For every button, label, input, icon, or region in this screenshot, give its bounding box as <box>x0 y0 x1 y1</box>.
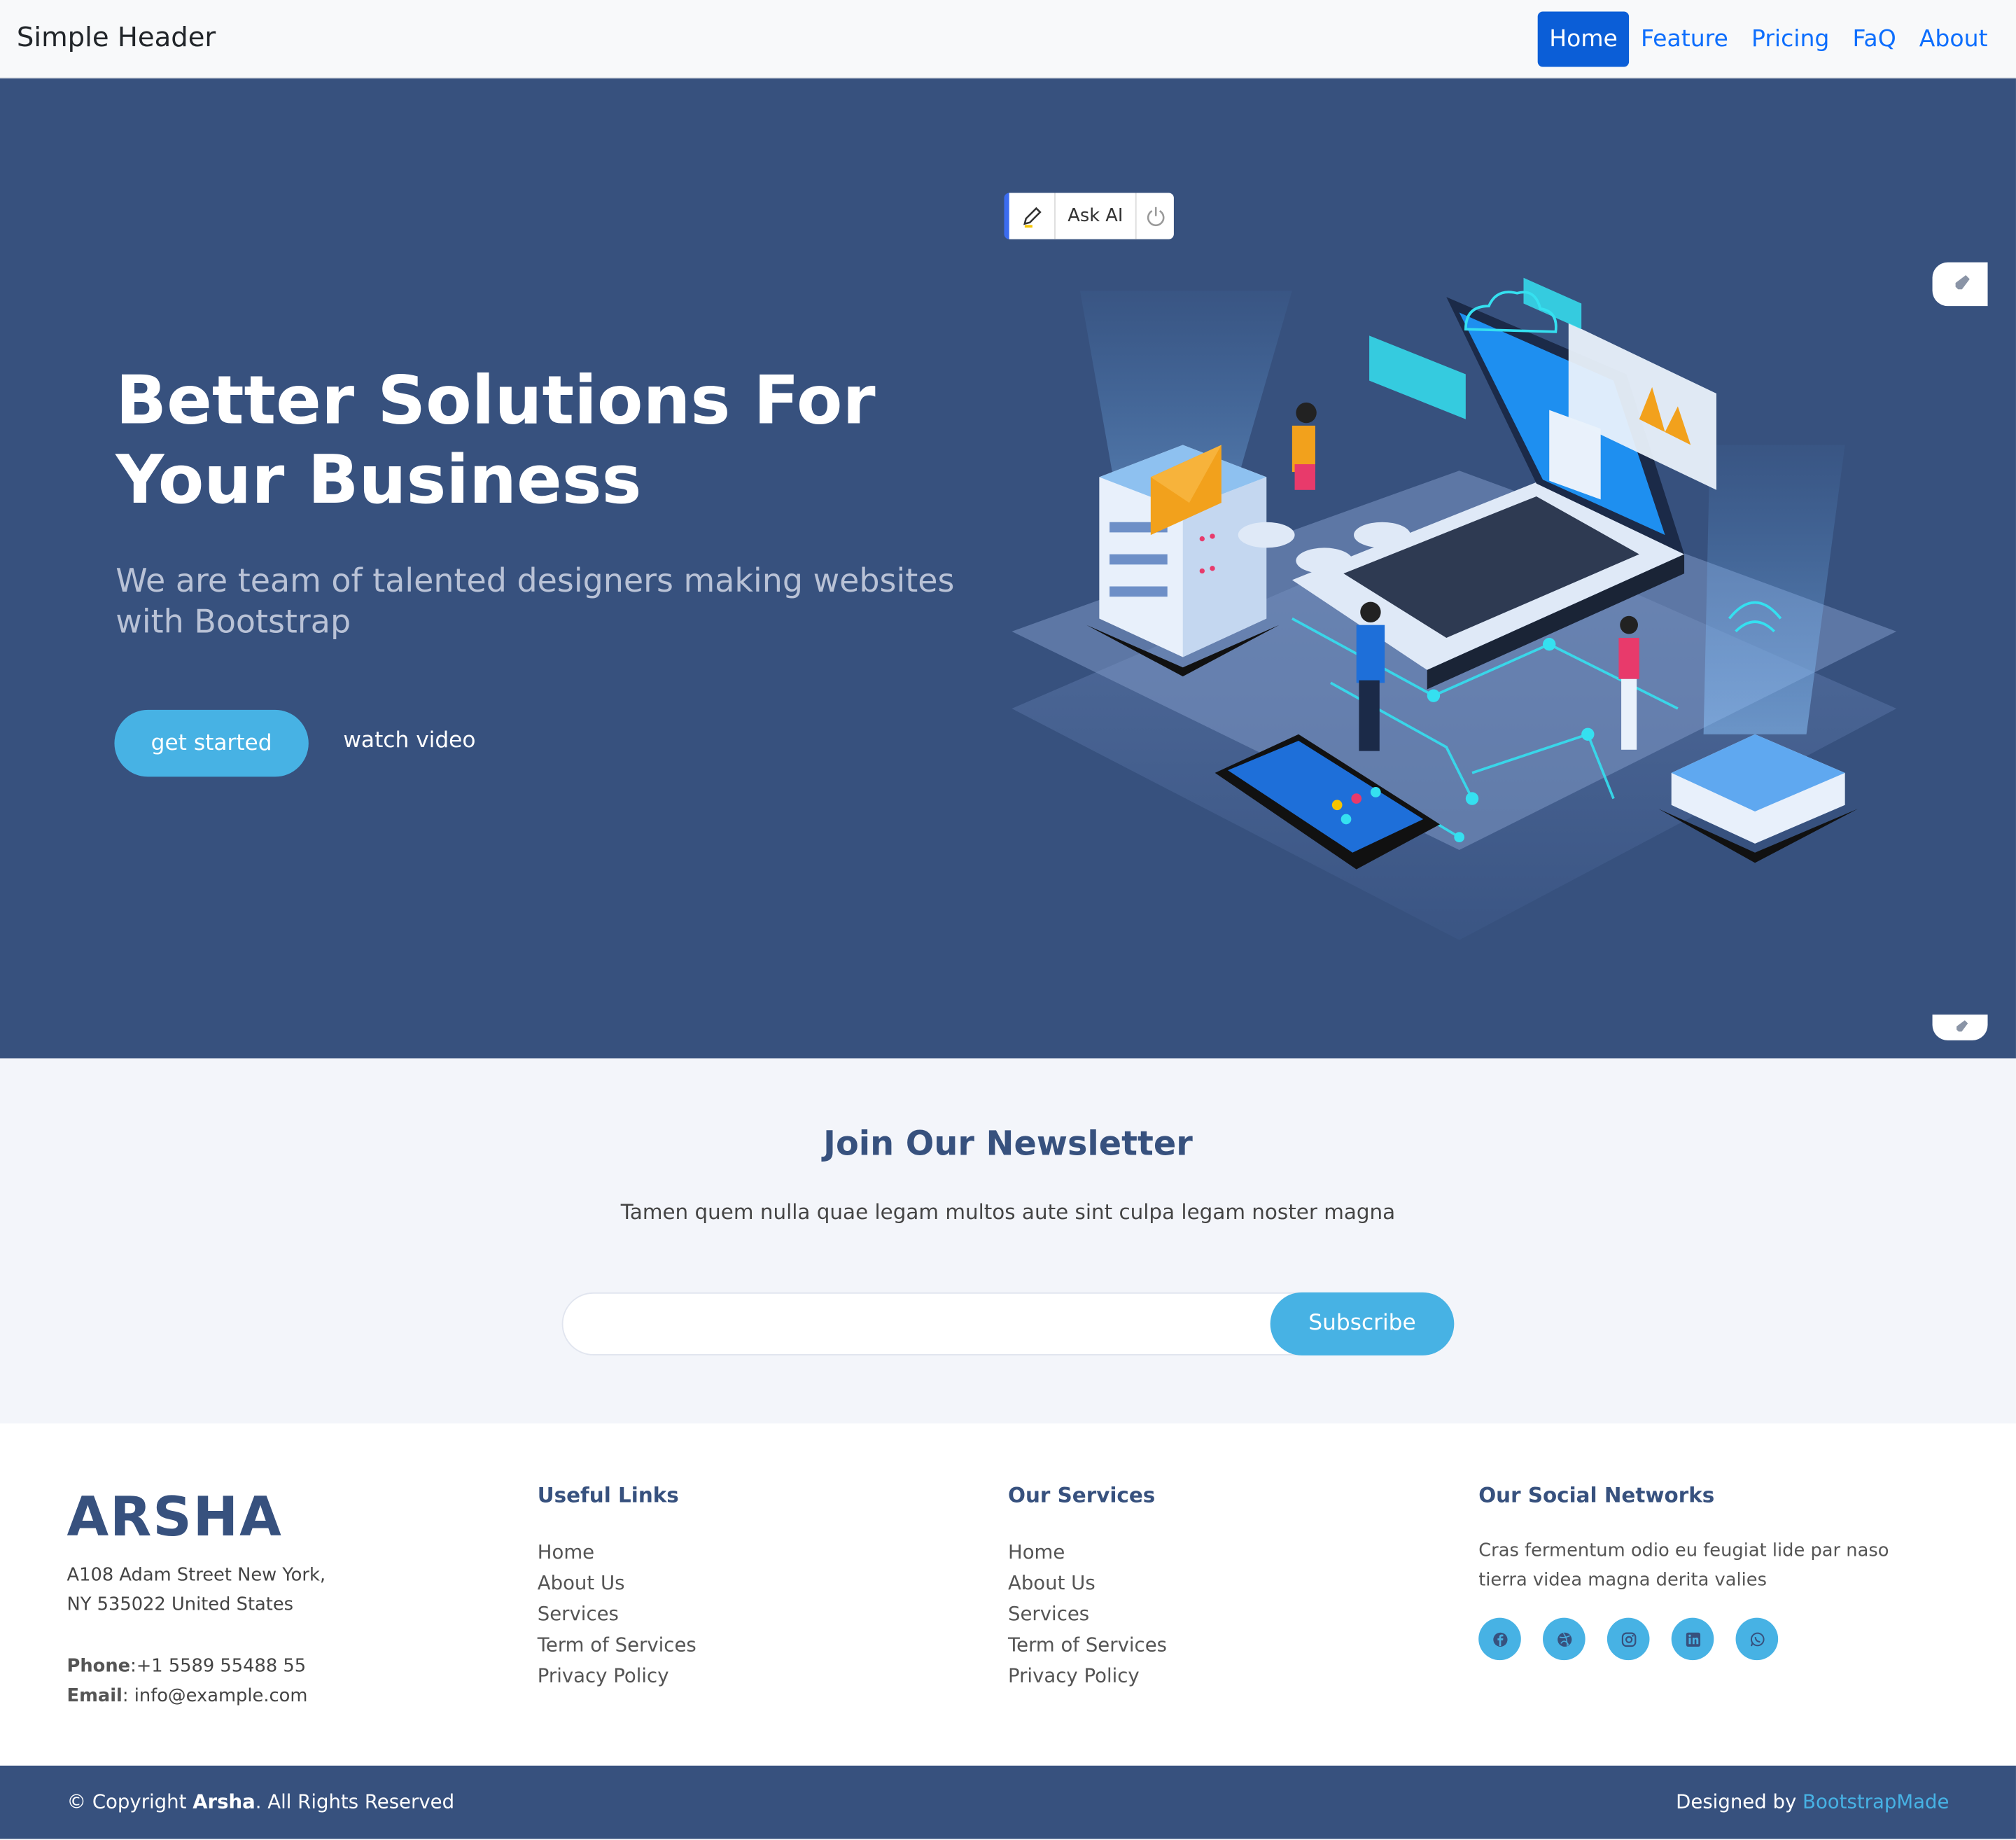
bootstrapmade-link[interactable]: BootstrapMade <box>1802 1790 1949 1813</box>
subscribe-button[interactable]: Subscribe <box>1270 1292 1455 1355</box>
address-line-1: A108 Adam Street New York, <box>66 1565 326 1586</box>
hero-section: Better Solutions For Your Business We ar… <box>0 78 2016 1059</box>
rocket-icon <box>1952 275 1969 292</box>
dribbble-icon[interactable] <box>1543 1617 1586 1661</box>
service-link-home[interactable]: Home <box>1008 1537 1167 1568</box>
email-value: : info@example.com <box>122 1685 308 1707</box>
useful-link-home[interactable]: Home <box>538 1537 696 1568</box>
power-icon[interactable] <box>1135 193 1174 239</box>
linkedin-icon[interactable] <box>1671 1617 1714 1661</box>
site-brand[interactable]: Simple Header <box>17 22 216 53</box>
nav-faq[interactable]: FaQ <box>1841 12 1907 67</box>
instagram-icon[interactable] <box>1606 1617 1650 1661</box>
nav-feature[interactable]: Feature <box>1629 12 1740 67</box>
rocket-icon <box>1954 1020 1968 1034</box>
footer-logo[interactable]: ARSHA <box>67 1485 283 1548</box>
credits-text: Designed by BootstrapMade <box>1676 1790 1949 1813</box>
service-link-terms[interactable]: Term of Services <box>1008 1629 1167 1660</box>
useful-links-list: Home About Us Services Term of Services … <box>538 1537 696 1691</box>
phone-value: :+1 5589 55488 55 <box>130 1656 307 1678</box>
useful-links-title: Useful Links <box>537 1482 679 1507</box>
nav-about[interactable]: About <box>1907 12 1999 67</box>
ask-ai-label[interactable]: Ask AI <box>1056 206 1135 226</box>
useful-link-terms[interactable]: Term of Services <box>538 1629 696 1660</box>
footer-contact: Phone:+1 5589 55488 55 Email: info@examp… <box>67 1652 308 1711</box>
useful-link-privacy[interactable]: Privacy Policy <box>538 1660 696 1691</box>
phone-label: Phone <box>66 1656 131 1678</box>
copyright-suffix: . All Rights Reserved <box>255 1790 455 1813</box>
newsletter-title: Join Our Newsletter <box>823 1125 1193 1164</box>
service-link-about[interactable]: About Us <box>1008 1568 1167 1598</box>
side-rocket-tab-bottom[interactable] <box>1932 1015 1988 1040</box>
footer-bottom: © Copyright Arsha. All Rights Reserved D… <box>0 1765 2016 1839</box>
social-networks-text: Cras fermentum odio eu feugiat lide par … <box>1478 1540 1889 1591</box>
newsletter-form: Subscribe <box>561 1292 1455 1355</box>
designed-by-label: Designed by <box>1676 1790 1803 1813</box>
copyright-prefix: © Copyright <box>66 1790 193 1813</box>
pencil-icon[interactable] <box>1009 193 1056 239</box>
copyright-brand: Arsha <box>192 1790 255 1813</box>
footer-top: ARSHA A108 Adam Street New York, NY 5350… <box>0 1423 2016 1766</box>
site-header: Simple Header Home Feature Pricing FaQ A… <box>0 0 2016 79</box>
useful-link-services[interactable]: Services <box>538 1598 696 1629</box>
facebook-icon[interactable] <box>1478 1617 1521 1661</box>
watch-video-link[interactable]: watch video <box>343 728 475 754</box>
nav-home[interactable]: Home <box>1537 11 1630 67</box>
our-services-list: Home About Us Services Term of Services … <box>1008 1537 1167 1691</box>
whatsapp-icon[interactable] <box>1735 1617 1779 1661</box>
newsletter-text: Tamen quem nulla quae legam multos aute … <box>620 1199 1396 1225</box>
hero-subtitle: We are team of talented designers making… <box>115 562 955 641</box>
nav-pricing[interactable]: Pricing <box>1740 12 1840 67</box>
address-line-2: NY 535022 United States <box>66 1594 294 1615</box>
newsletter-section: Join Our Newsletter Tamen quem nulla qua… <box>0 1058 2016 1424</box>
service-link-privacy[interactable]: Privacy Policy <box>1008 1660 1167 1691</box>
copyright-text: © Copyright Arsha. All Rights Reserved <box>67 1790 455 1813</box>
service-link-services[interactable]: Services <box>1008 1598 1167 1629</box>
email-label: Email <box>66 1685 122 1707</box>
ask-ai-widget[interactable]: Ask AI <box>1004 193 1174 239</box>
social-networks-title: Our Social Networks <box>1478 1482 1715 1507</box>
side-rocket-tab[interactable] <box>1932 262 1988 307</box>
footer-address: A108 Adam Street New York, NY 535022 Uni… <box>67 1561 363 1620</box>
main-nav: Home Feature Pricing FaQ About <box>1537 11 1999 67</box>
hero-title: Better Solutions For Your Business <box>115 362 876 520</box>
our-services-title: Our Services <box>1007 1482 1156 1507</box>
useful-link-about[interactable]: About Us <box>538 1568 696 1598</box>
get-started-button[interactable]: get started <box>114 709 309 777</box>
isometric-laptop-servers-illustration <box>1011 277 1897 940</box>
newsletter-email-input[interactable] <box>589 1306 1270 1343</box>
social-links <box>1478 1617 1779 1661</box>
